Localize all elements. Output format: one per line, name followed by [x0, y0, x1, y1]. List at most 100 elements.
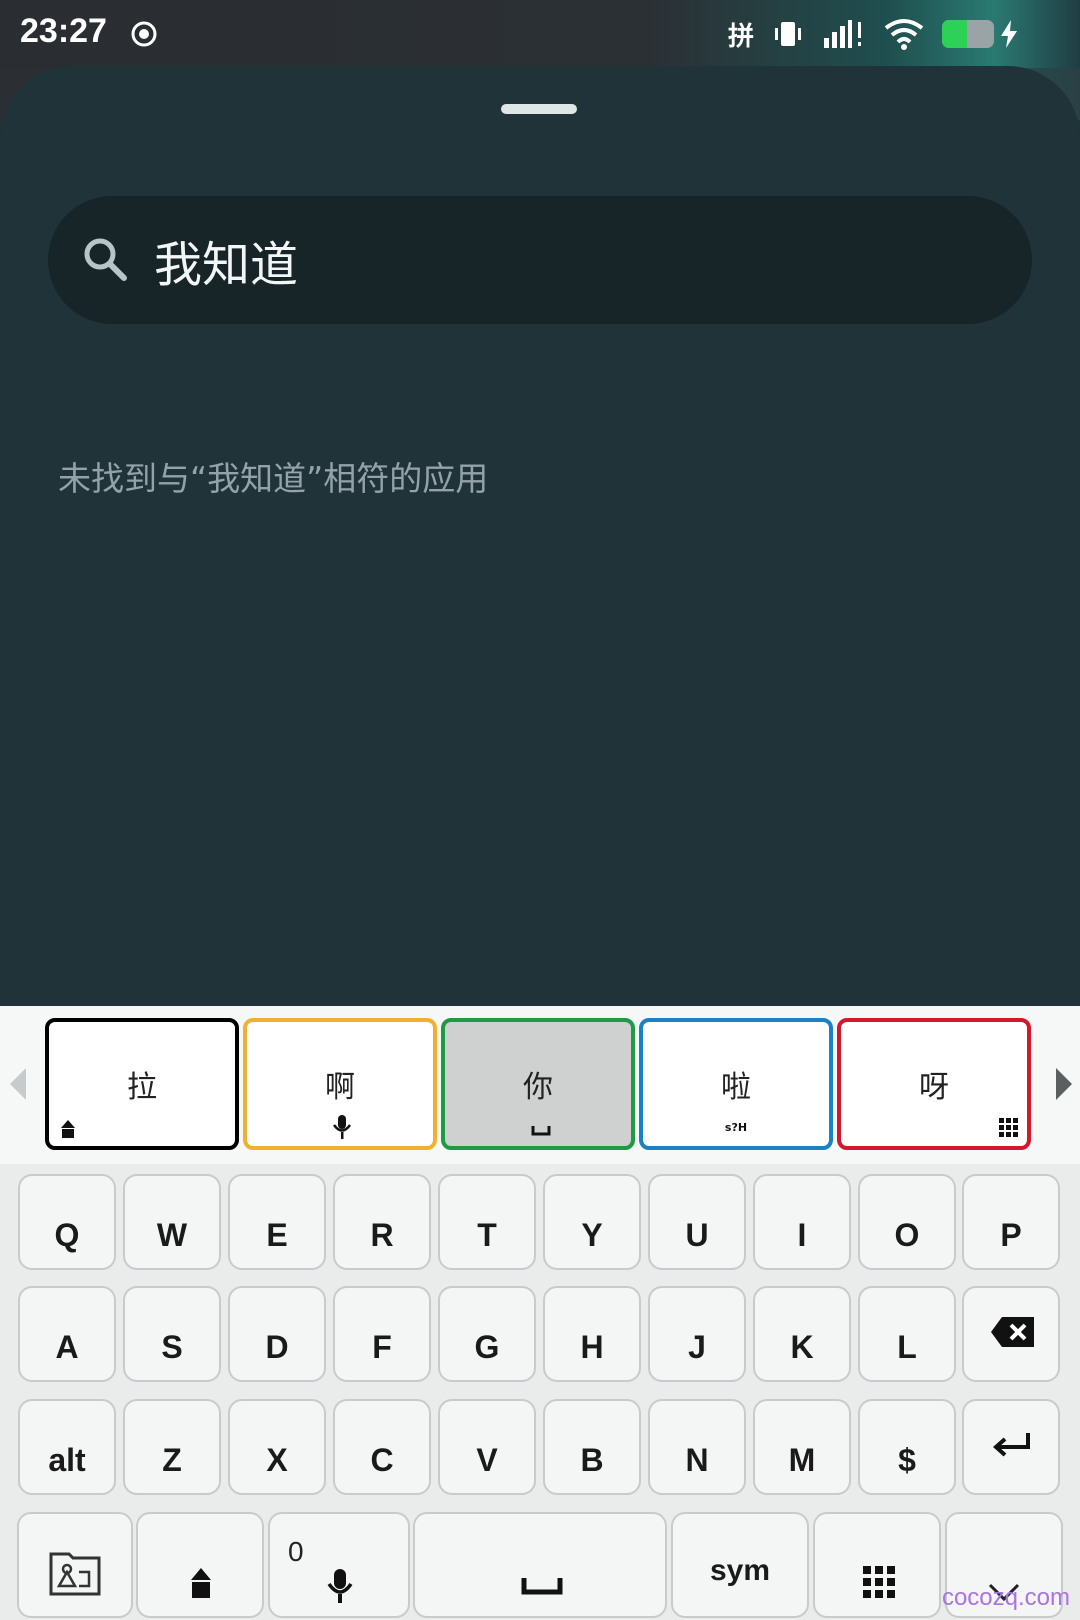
key-b[interactable]: B	[543, 1399, 641, 1495]
search-input[interactable]	[154, 226, 994, 294]
shift-key[interactable]	[136, 1512, 264, 1618]
key-label: alt	[48, 1442, 86, 1478]
grid-icon	[999, 1118, 1018, 1137]
watermark: cocozq.com	[941, 1584, 1070, 1611]
candidate-text: 啦	[721, 1070, 751, 1105]
key-u[interactable]: U	[648, 1174, 746, 1270]
key-w[interactable]: W	[123, 1174, 221, 1270]
backspace-key[interactable]	[962, 1286, 1060, 1382]
candidate-5[interactable]: 呀	[837, 1018, 1031, 1150]
key-a[interactable]: A	[18, 1286, 116, 1382]
key-label: D	[265, 1329, 289, 1365]
drag-handle[interactable]	[501, 104, 577, 114]
key-t[interactable]: T	[438, 1174, 536, 1270]
status-time: 23:27	[20, 12, 107, 50]
app-search-sheet: 未找到与“我知道”相符的应用	[0, 66, 1080, 1006]
shift-icon	[191, 1568, 211, 1598]
space-icon	[531, 1126, 551, 1136]
key-l[interactable]: L	[858, 1286, 956, 1382]
key-r[interactable]: R	[333, 1174, 431, 1270]
key-label: V	[476, 1442, 498, 1478]
key-c[interactable]: C	[333, 1399, 431, 1495]
voice-key-hint: 0	[288, 1536, 304, 1567]
key-label: E	[266, 1217, 288, 1253]
key-h[interactable]: H	[543, 1286, 641, 1382]
key-label: R	[370, 1217, 394, 1253]
ime-indicator: 拼	[727, 21, 754, 52]
key-n[interactable]: N	[648, 1399, 746, 1495]
key-label: Y	[581, 1217, 603, 1253]
key-m[interactable]: M	[753, 1399, 851, 1495]
key-label: J	[688, 1329, 706, 1365]
key-label: F	[372, 1329, 392, 1365]
gallery-key[interactable]	[17, 1512, 133, 1618]
key-s[interactable]: S	[123, 1286, 221, 1382]
key-z[interactable]: Z	[123, 1399, 221, 1495]
candidate-hint: s?H	[724, 1121, 748, 1134]
vibrate-icon	[775, 22, 801, 46]
key-i[interactable]: I	[753, 1174, 851, 1270]
key-label: A	[55, 1329, 79, 1365]
key-area: 0 sym Q W E R T Y U I O P A S D F G H J K L alt Z X …	[0, 1164, 1080, 1620]
candidate-2[interactable]: 啊	[243, 1018, 437, 1150]
key-v[interactable]: V	[438, 1399, 536, 1495]
candidate-text: 你	[523, 1070, 553, 1105]
key-p[interactable]: P	[962, 1174, 1060, 1270]
search-bar[interactable]	[48, 196, 1032, 324]
key-label: S	[161, 1329, 183, 1365]
search-icon	[84, 238, 127, 281]
candidate-text: 啊	[325, 1070, 355, 1105]
sym-key-label: sym	[709, 1554, 771, 1587]
sym-key[interactable]: sym	[671, 1512, 809, 1618]
space-key[interactable]	[413, 1512, 667, 1618]
signal-icon	[824, 20, 861, 48]
key-d[interactable]: D	[228, 1286, 326, 1382]
key-label: I	[797, 1217, 807, 1253]
key-label: W	[156, 1217, 188, 1253]
candidate-4[interactable]: 啦 s?H	[639, 1018, 833, 1150]
shift-icon	[61, 1120, 75, 1138]
wifi-icon	[884, 19, 924, 50]
candidate-prev-arrow-icon[interactable]	[6, 1066, 30, 1102]
key-label: H	[580, 1329, 604, 1365]
status-bar: 23:27 拼	[0, 0, 1080, 68]
key-f[interactable]: F	[333, 1286, 431, 1382]
no-results-message: 未找到与“我知道”相符的应用	[58, 459, 489, 498]
voice-key[interactable]: 0	[268, 1512, 410, 1618]
key-label: O	[894, 1217, 920, 1253]
key-g[interactable]: G	[438, 1286, 536, 1382]
candidate-text: 呀	[919, 1070, 949, 1105]
candidate-3-selected[interactable]: 你	[441, 1018, 635, 1150]
key-label: Q	[54, 1217, 80, 1253]
key-x[interactable]: X	[228, 1399, 326, 1495]
keyboard: 拉 啊 你 啦 s?H 呀 0 sym Q W E R T Y U I O P …	[0, 1006, 1080, 1620]
key-q[interactable]: Q	[18, 1174, 116, 1270]
enter-icon	[992, 1433, 1030, 1457]
key-y[interactable]: Y	[543, 1174, 641, 1270]
key-label: $	[898, 1442, 916, 1478]
key-alt[interactable]: alt	[18, 1399, 116, 1495]
key-k[interactable]: K	[753, 1286, 851, 1382]
key-label: C	[370, 1442, 394, 1478]
record-icon	[131, 21, 157, 47]
candidate-bar: 拉 啊 你 啦 s?H 呀	[0, 1006, 1080, 1164]
key-label: B	[580, 1442, 604, 1478]
key-label: G	[474, 1329, 500, 1365]
key-label: T	[477, 1217, 497, 1253]
key-j[interactable]: J	[648, 1286, 746, 1382]
key-o[interactable]: O	[858, 1174, 956, 1270]
numpad-key[interactable]	[813, 1512, 941, 1618]
enter-key[interactable]	[962, 1399, 1060, 1495]
key-label: L	[897, 1329, 917, 1365]
space-icon	[521, 1578, 563, 1595]
gallery-folder-icon	[49, 1552, 101, 1596]
candidate-1[interactable]: 拉	[45, 1018, 239, 1150]
mic-icon	[327, 1569, 353, 1603]
key-dollar[interactable]: $	[858, 1399, 956, 1495]
key-label: U	[685, 1217, 709, 1253]
key-label: N	[685, 1442, 709, 1478]
grid-icon	[863, 1566, 895, 1598]
key-label: K	[790, 1329, 814, 1365]
candidate-next-arrow-icon[interactable]	[1052, 1066, 1076, 1102]
key-e[interactable]: E	[228, 1174, 326, 1270]
